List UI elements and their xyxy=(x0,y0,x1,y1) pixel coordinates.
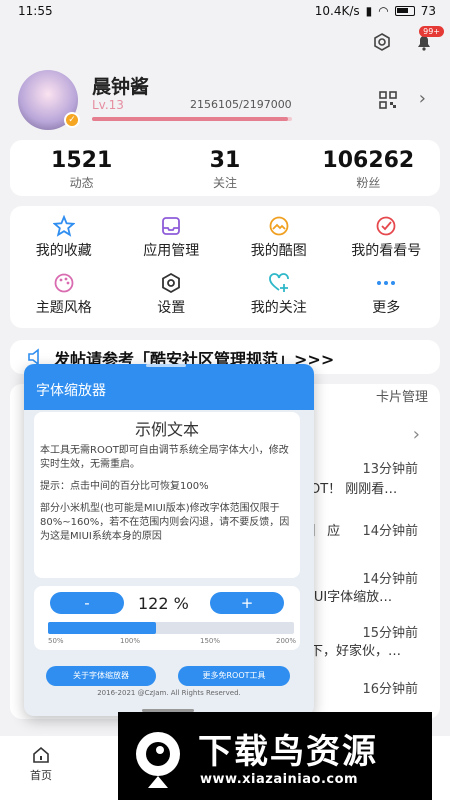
slider-fill xyxy=(48,622,157,634)
menu-label: 我的看看号 xyxy=(351,243,422,259)
scale-controls: - 122 % + 50% 100% 150% 200% xyxy=(34,586,300,650)
gear-icon xyxy=(162,272,181,294)
menu-label: 我的收藏 xyxy=(35,243,92,259)
check-circle-icon xyxy=(376,216,396,236)
feed-time: 13分钟前 xyxy=(362,462,418,477)
stat-fans[interactable]: 106262 粉丝 xyxy=(297,140,440,196)
sample-text-panel: 示例文本 本工具无需ROOT即可自由调节系统全局字体大小，修改实时生效，无需重启… xyxy=(34,412,300,578)
wifi-icon: ◠ xyxy=(378,4,389,18)
menu-label: 我的酷图 xyxy=(250,243,307,259)
feed-time: 15分钟前 xyxy=(362,626,418,641)
menu-app-manage[interactable]: 应用管理 xyxy=(118,214,226,271)
qr-code-icon[interactable] xyxy=(378,90,398,114)
avatar[interactable]: ✓ xyxy=(18,70,80,130)
profile-header[interactable]: ✓ 晨钟酱 Lv.13 2156105/2197000 › xyxy=(18,70,438,130)
drag-handle[interactable] xyxy=(146,364,186,367)
feed-content: IUI字体缩放… xyxy=(310,590,393,605)
dialog-title: 字体缩放器 xyxy=(36,383,106,399)
experience-text: 2156105/2197000 xyxy=(190,98,292,111)
increase-button[interactable]: + xyxy=(210,592,284,614)
card-manage-link[interactable]: 卡片管理 xyxy=(376,386,428,405)
menu-label: 主题风格 xyxy=(35,300,92,316)
inbox-icon xyxy=(162,217,181,235)
battery-icon xyxy=(394,6,415,16)
gear-icon[interactable] xyxy=(372,32,392,56)
sample-paragraph: 部分小米机型(也可能是MIUI版本)修改字体范围仅限于80%~160%，若不在范… xyxy=(40,503,290,542)
feed-time: 14分钟前 xyxy=(362,572,418,587)
username: 晨钟酱 xyxy=(92,76,150,98)
menu-label: 应用管理 xyxy=(143,243,200,259)
tick-label: 150% xyxy=(200,637,221,645)
chevron-right-icon[interactable]: › xyxy=(413,424,420,445)
stat-following[interactable]: 31 关注 xyxy=(153,140,296,196)
watermark-url: www.xiazainiao.com xyxy=(200,772,359,787)
sample-paragraph: 本工具无需ROOT即可自由调节系统全局字体大小，修改实时生效，无需重启。 xyxy=(40,445,289,470)
home-icon xyxy=(33,746,49,763)
stats-card: 1521 动态 31 关注 106262 粉丝 xyxy=(10,140,440,196)
more-tools-button[interactable]: 更多免ROOT工具 xyxy=(178,666,290,686)
tick-label: 200% xyxy=(276,637,297,645)
verified-icon: ✓ xyxy=(64,112,80,128)
nav-home[interactable]: 首页 xyxy=(30,746,52,783)
nav-home-label: 首页 xyxy=(30,769,52,782)
palette-icon xyxy=(54,273,74,293)
menu-label: 更多 xyxy=(372,300,401,316)
experience-bar xyxy=(92,117,292,121)
menu-label: 设置 xyxy=(157,300,186,316)
feed-content: OT！ 刚刚看… xyxy=(310,482,398,497)
more-dots-icon xyxy=(377,281,396,285)
signal-icon: ▮ xyxy=(365,4,373,18)
about-button[interactable]: 关于字体缩放器 xyxy=(46,666,156,686)
menu-more[interactable]: 更多 xyxy=(333,271,441,328)
stat-value: 106262 xyxy=(322,148,415,173)
battery-level: 73 xyxy=(420,4,436,18)
status-bar: 11:55 10.4K/s ▮ ◠ 73 xyxy=(0,0,450,24)
tick-label: 50% xyxy=(48,637,64,645)
menu-my-images[interactable]: 我的酷图 xyxy=(225,214,333,271)
status-right: 10.4K/s ▮ ◠ 73 xyxy=(315,4,436,18)
copyright: 2016-2021 @CzJam. All Rights Reserved. xyxy=(97,689,241,697)
dialog-header[interactable]: 字体缩放器 xyxy=(24,364,314,410)
percent-value[interactable]: 122 % xyxy=(138,594,189,613)
decrease-button[interactable]: - xyxy=(50,592,124,614)
network-speed: 10.4K/s xyxy=(314,4,360,18)
menu-grid: 我的收藏 应用管理 我的酷图 我的看看号 主题风格 设置 我的关注 更多 xyxy=(10,206,440,328)
stat-value: 31 xyxy=(209,148,241,173)
experience-bar-fill xyxy=(92,117,289,121)
status-time: 11:55 xyxy=(18,4,53,18)
sample-title: 示例文本 xyxy=(134,420,199,439)
feed-content: 下，好家伙，… xyxy=(310,644,402,659)
stat-label: 动态 xyxy=(69,176,94,190)
notification-badge: 99+ xyxy=(419,26,444,37)
stat-label: 粉丝 xyxy=(356,176,381,190)
bird-logo-icon xyxy=(136,732,180,788)
feed-time: 14分钟前 xyxy=(362,524,418,539)
stat-value: 1521 xyxy=(51,148,113,173)
feed-time: 16分钟前 xyxy=(362,682,418,697)
heart-plus-icon xyxy=(268,273,289,292)
menu-settings[interactable]: 设置 xyxy=(118,271,226,328)
font-scaler-dialog: 字体缩放器 示例文本 本工具无需ROOT即可自由调节系统全局字体大小，修改实时生… xyxy=(24,364,314,716)
menu-label: 我的关注 xyxy=(250,300,307,316)
top-icons: 99+ xyxy=(372,26,444,56)
watermark-banner: 下载鸟资源 www.xiazainiao.com xyxy=(118,712,432,800)
stat-posts[interactable]: 1521 动态 xyxy=(10,140,153,196)
notification-button[interactable]: 99+ xyxy=(414,26,444,56)
sample-paragraph: 提示：点击中间的百分比可恢复100% xyxy=(40,481,209,492)
tick-label: 100% xyxy=(120,637,141,645)
star-icon xyxy=(52,215,75,237)
stat-label: 关注 xyxy=(212,176,237,190)
menu-favorites[interactable]: 我的收藏 xyxy=(10,214,118,271)
menu-following[interactable]: 我的关注 xyxy=(225,271,333,328)
user-level: Lv.13 xyxy=(92,98,124,112)
menu-kankan[interactable]: 我的看看号 xyxy=(333,214,441,271)
menu-theme[interactable]: 主题风格 xyxy=(10,271,118,328)
scale-slider[interactable] xyxy=(48,622,294,634)
chevron-right-icon[interactable]: › xyxy=(419,88,426,109)
watermark-title: 下载鸟资源 xyxy=(198,732,378,772)
image-icon xyxy=(269,216,289,236)
feed-content: 】 应 xyxy=(310,524,341,539)
